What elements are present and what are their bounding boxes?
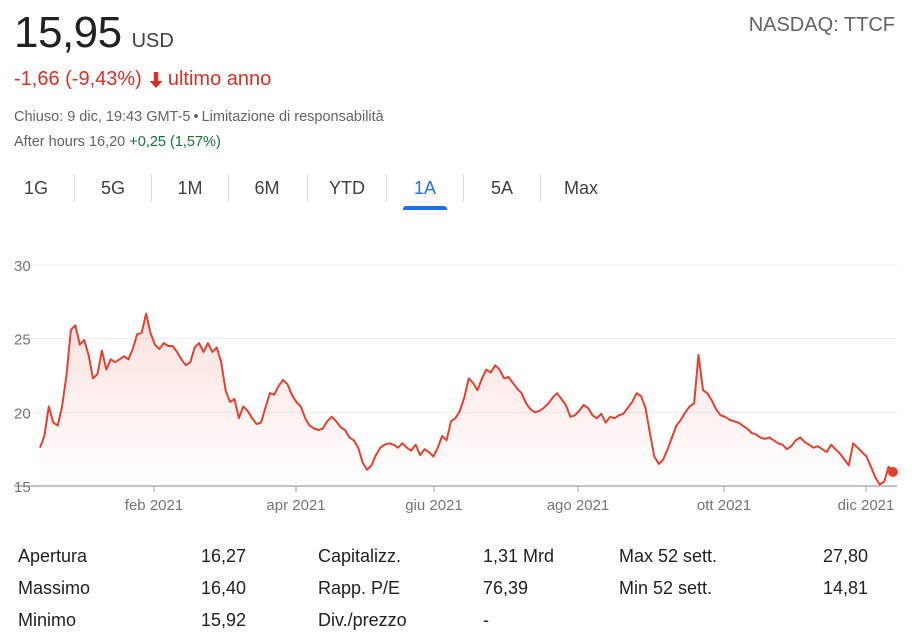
x-tick-label: ott 2021 (697, 497, 751, 514)
tab-5g[interactable]: 5G (90, 170, 136, 210)
after-hours: After hours 16,20 +0,25 (1,57%) (14, 134, 221, 150)
separator-dot: • (193, 109, 199, 125)
arrow-down-icon (149, 71, 163, 88)
tab-max[interactable]: Max (556, 170, 606, 210)
price-block: 15,95 USD (14, 8, 174, 58)
y-tick-label: 25 (14, 332, 31, 349)
y-tick-label: 30 (14, 258, 31, 275)
market-status: Chiuso: 9 dic, 19:43 GMT-5 • Limitazione d… (14, 109, 384, 125)
tab-1g[interactable]: 1G (14, 170, 58, 210)
stat-label-pe: Rapp. P/E (318, 578, 401, 598)
stat-value-max52: 27,80 (822, 546, 868, 566)
x-tick-label: dic 2021 (838, 497, 895, 514)
stat-value-min52: 14,81 (822, 578, 868, 598)
ticker-exchange: NASDAQ: TTCF (748, 14, 895, 36)
tab-divider (74, 174, 75, 202)
tab-divider (386, 174, 387, 202)
stat-label-div: Div./prezzo (318, 610, 407, 630)
stat-label-capitalizz: Capitalizz. (318, 546, 402, 566)
change-period: ultimo anno (167, 68, 272, 90)
stat-label-min52: Min 52 sett. (619, 578, 713, 598)
tab-divider (228, 174, 229, 202)
y-tick-label: 20 (14, 405, 31, 422)
tab-1m[interactable]: 1M (166, 170, 214, 210)
current-price: 15,95 (14, 8, 122, 57)
tab-divider (307, 174, 308, 202)
tab-6m[interactable]: 6M (243, 170, 291, 210)
price-area (40, 313, 893, 486)
after-hours-change: +0,25 (1,57%) (129, 134, 221, 150)
last-price-marker (888, 467, 898, 478)
x-tick-label: giu 2021 (405, 497, 463, 514)
tab-1a[interactable]: 1A (402, 170, 448, 210)
stat-value-minimo: 15,92 (200, 610, 246, 630)
tab-divider (540, 174, 541, 202)
change-value: -1,66 (-9,43%) (14, 68, 142, 90)
active-tab-indicator (403, 206, 447, 210)
stat-value-capitalizz: 1,31 Mrd (483, 546, 555, 566)
tab-5a[interactable]: 5A (479, 170, 525, 210)
tab-ytd[interactable]: YTD (322, 170, 372, 210)
stat-value-pe: 76,39 (483, 578, 529, 598)
stats-table: Apertura 16,27 Massimo 16,40 Minimo 15,9… (0, 538, 917, 642)
x-tick-label: apr 2021 (266, 497, 325, 514)
stat-value-apertura: 16,27 (200, 546, 246, 566)
stat-label-apertura: Apertura (18, 546, 88, 566)
x-tick-label: feb 2021 (125, 497, 183, 514)
stat-value-div: - (483, 610, 489, 630)
stat-label-massimo: Massimo (18, 578, 91, 598)
after-hours-price: After hours 16,20 (14, 134, 126, 150)
stat-value-massimo: 16,40 (200, 578, 246, 598)
range-tabs: 1G 5G 1M 6M YTD 1A 5A Max (0, 170, 640, 210)
disclaimer-link[interactable]: Limitazione di responsabilità (202, 109, 384, 125)
currency: USD (131, 30, 174, 52)
price-chart[interactable]: 30 25 20 15 feb 2021 apr 2021 giu 2021 ago 2021… (0, 240, 917, 530)
tab-divider (463, 174, 464, 202)
tab-divider (151, 174, 152, 202)
x-tick-label: ago 2021 (547, 497, 610, 514)
closed-time: Chiuso: 9 dic, 19:43 GMT-5 (14, 109, 191, 125)
stat-label-minimo: Minimo (18, 610, 77, 630)
stat-label-max52: Max 52 sett. (619, 546, 718, 566)
y-tick-label: 15 (14, 479, 31, 496)
price-change: -1,66 (-9,43%) ultimo anno (14, 68, 271, 91)
